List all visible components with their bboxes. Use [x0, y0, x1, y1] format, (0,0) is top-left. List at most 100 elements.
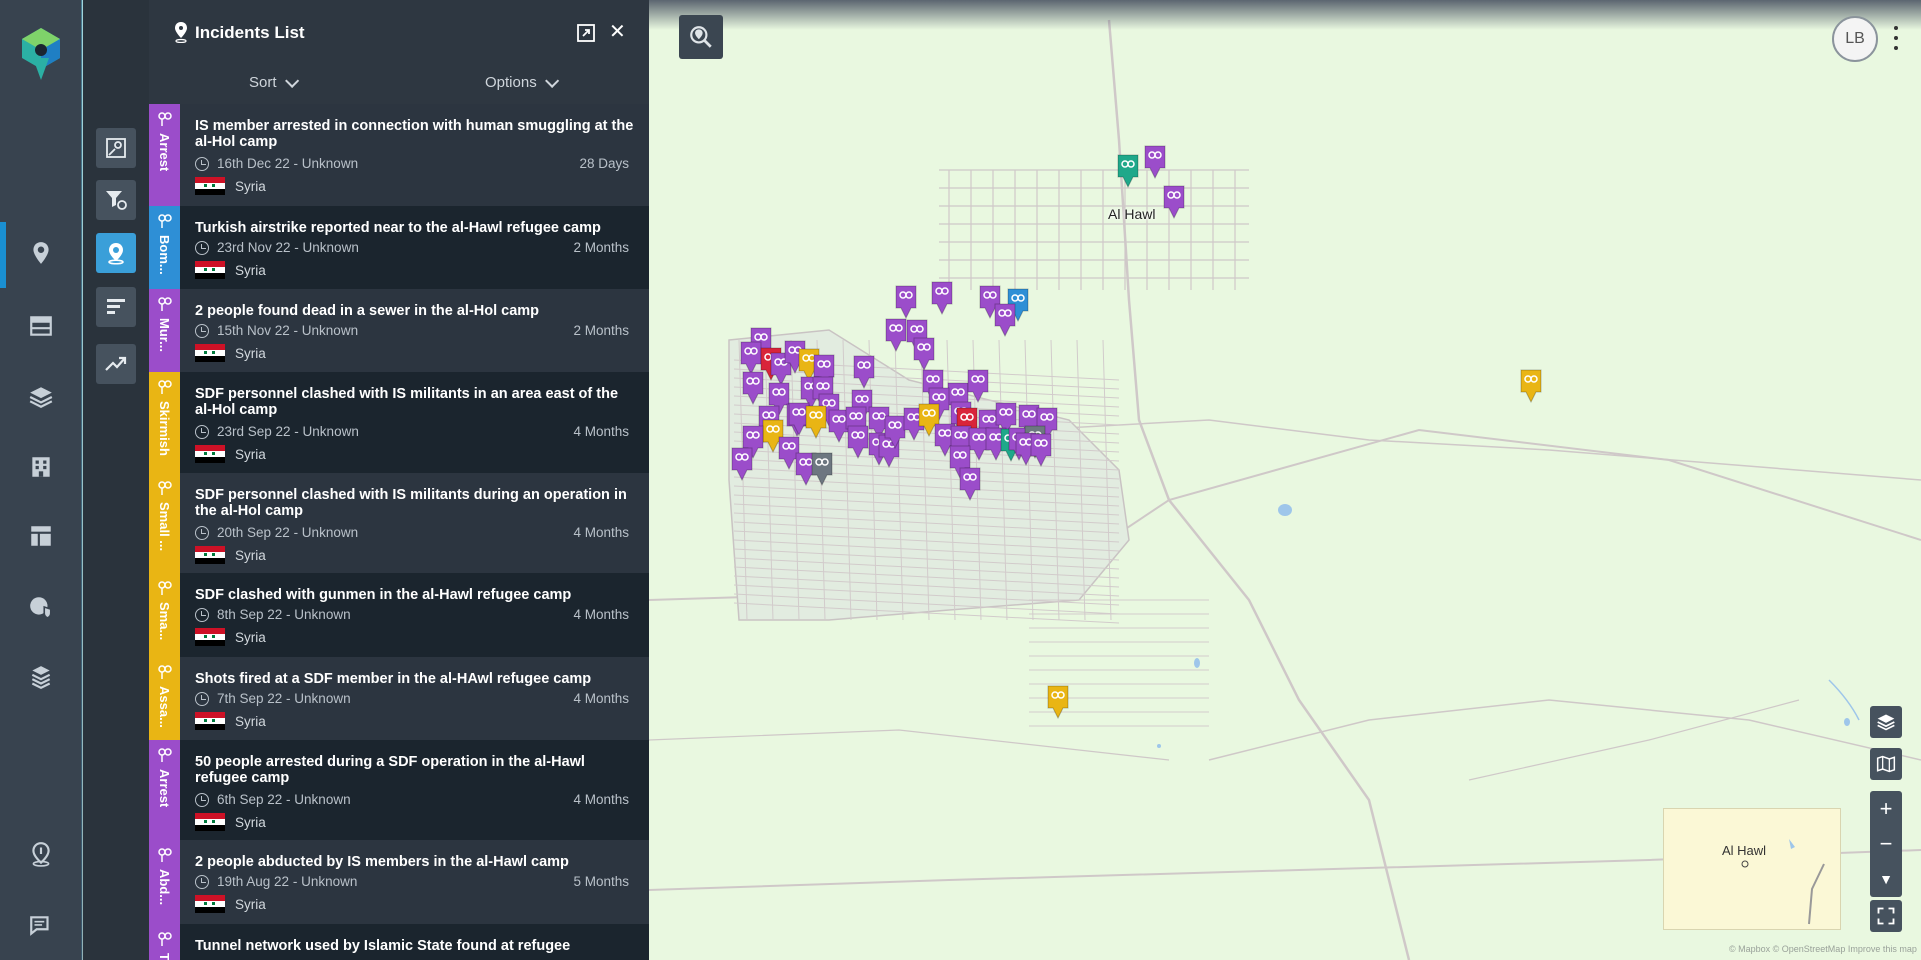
incident-row[interactable]: Sma... SDF clashed with gunmen in the al… — [149, 573, 649, 657]
panel-title: Incidents List — [195, 23, 305, 42]
incident-marker-purple[interactable] — [992, 302, 1018, 340]
incident-country: Syria — [195, 546, 266, 564]
category-label: Assa... — [157, 686, 172, 728]
overview-minimap[interactable]: Al Hawl — [1663, 808, 1841, 930]
pin-icon[interactable] — [26, 238, 56, 268]
stream — [1828, 679, 1860, 721]
user-avatar[interactable]: LB — [1832, 16, 1878, 62]
incident-marker-purple[interactable] — [729, 446, 755, 484]
country-name: Syria — [235, 262, 266, 278]
chevron-down-icon — [544, 73, 559, 88]
clock-icon — [195, 525, 209, 540]
category-label: Abd... — [157, 869, 172, 906]
filter-settings-button[interactable] — [96, 180, 136, 220]
category-label: Sma... — [157, 602, 172, 641]
compass-button[interactable]: ▼ — [1870, 861, 1902, 896]
incident-row[interactable]: Skirmish SDF personnel clashed with IS m… — [149, 372, 649, 473]
globe-shield-icon[interactable] — [26, 592, 56, 622]
incident-marker-purple[interactable] — [957, 466, 983, 504]
incident-title[interactable]: 50 people arrested during a SDF operatio… — [195, 754, 635, 786]
trend-icon — [105, 356, 127, 371]
stack-icon[interactable] — [26, 662, 56, 692]
incident-age: 4 Months — [573, 792, 629, 807]
close-icon[interactable]: ✕ — [609, 22, 626, 42]
map-search-tool-button[interactable] — [96, 128, 136, 168]
pin-icon — [175, 22, 187, 43]
bars-report-button[interactable] — [96, 287, 136, 327]
map-attribution[interactable]: © Mapbox © OpenStreetMap Improve this ma… — [1729, 944, 1917, 954]
incident-title[interactable]: Shots fired at a SDF member in the al-HA… — [195, 671, 635, 687]
incident-marker-purple[interactable] — [1161, 184, 1187, 222]
options-button[interactable]: Options — [485, 73, 559, 91]
incident-title[interactable]: 2 people found dead in a sewer in the al… — [195, 303, 635, 319]
category-icon — [157, 748, 172, 762]
incident-marker-yellow[interactable] — [1518, 368, 1544, 406]
syria-flag-icon — [195, 628, 225, 646]
building-icon[interactable] — [26, 452, 56, 482]
incident-title[interactable]: Turkish airstrike reported near to the a… — [195, 220, 635, 236]
incident-title[interactable]: IS member arrested in connection with hu… — [195, 118, 635, 150]
incident-marker-purple[interactable] — [851, 354, 877, 392]
incident-age: 2 Months — [573, 323, 629, 338]
incident-title[interactable]: Tunnel network used by Islamic State fou… — [195, 938, 635, 954]
options-label: Options — [485, 74, 537, 91]
incident-row[interactable]: Bom... Turkish airstrike reported near t… — [149, 206, 649, 289]
trend-button[interactable] — [96, 344, 136, 384]
incident-date: 20th Sep 22 - Unknown — [217, 525, 359, 540]
incident-row[interactable]: Assa... Shots fired at a SDF member in t… — [149, 657, 649, 740]
layers-icon[interactable] — [26, 382, 56, 412]
category-label: Arrest — [157, 133, 172, 172]
layout-icon[interactable] — [26, 521, 56, 551]
category-strip: Skirmish — [149, 372, 180, 473]
incident-row[interactable]: T Tunnel network used by Islamic State f… — [149, 924, 649, 960]
table-icon[interactable] — [26, 311, 56, 341]
incident-marker-green[interactable] — [1115, 153, 1141, 191]
category-icon — [157, 481, 172, 495]
incident-date-line: 7th Sep 22 - Unknown — [195, 691, 351, 706]
incident-row[interactable]: Mur... 2 people found dead in a sewer in… — [149, 289, 649, 372]
zoom-out-button[interactable]: − — [1870, 826, 1902, 861]
incident-marker-purple[interactable] — [740, 370, 766, 408]
category-icon — [157, 112, 172, 126]
incident-marker-purple[interactable] — [1028, 432, 1054, 470]
incident-title[interactable]: SDF personnel clashed with IS militants … — [195, 487, 635, 519]
east-road — [1028, 419, 1921, 481]
incident-marker-purple[interactable] — [929, 280, 955, 318]
incident-title[interactable]: SDF personnel clashed with IS militants … — [195, 386, 635, 418]
layers-toggle-button[interactable] — [1870, 706, 1902, 738]
incident-date-line: 16th Dec 22 - Unknown — [195, 156, 358, 171]
fullscreen-button[interactable] — [1870, 900, 1902, 932]
pond — [1844, 718, 1850, 726]
incidents-pin-button[interactable] — [96, 233, 136, 273]
sort-button[interactable]: Sort — [249, 73, 299, 91]
incident-age: 4 Months — [573, 525, 629, 540]
incident-marker-yellow[interactable] — [1045, 684, 1071, 722]
chat-icon[interactable] — [26, 911, 56, 941]
clock-icon — [195, 691, 209, 706]
incident-title[interactable]: 2 people abducted by IS members in the a… — [195, 854, 635, 870]
zoom-in-button[interactable]: + — [1870, 791, 1902, 826]
pond — [1194, 658, 1200, 668]
location-info-icon[interactable] — [26, 839, 56, 869]
incident-row[interactable]: Small ... SDF personnel clashed with IS … — [149, 473, 649, 573]
incident-row[interactable]: Arrest 50 people arrested during a SDF o… — [149, 740, 649, 840]
incident-marker-purple[interactable] — [1142, 144, 1168, 182]
category-icon — [157, 297, 172, 311]
more-menu-icon[interactable] — [1893, 26, 1899, 50]
incident-marker-grey[interactable] — [809, 451, 835, 489]
filter-settings-icon — [106, 191, 127, 210]
app-logo[interactable] — [20, 28, 62, 80]
incident-row[interactable]: Arrest IS member arrested in connection … — [149, 104, 649, 206]
map-search-button[interactable] — [679, 15, 723, 59]
incident-country: Syria — [195, 177, 266, 195]
syria-flag-icon — [195, 261, 225, 279]
incident-title[interactable]: SDF clashed with gunmen in the al-Hawl r… — [195, 587, 635, 603]
expand-icon[interactable] — [577, 24, 595, 42]
incident-age: 5 Months — [573, 874, 629, 889]
syria-flag-icon — [195, 895, 225, 913]
incident-row[interactable]: Abd... 2 people abducted by IS members i… — [149, 840, 649, 924]
map-canvas[interactable]: Al Hawl LB + − ▼ Al Hawl © Mapbox © Open… — [649, 0, 1921, 960]
category-label: Arrest — [157, 769, 172, 808]
basemap-toggle-button[interactable] — [1870, 748, 1902, 780]
clock-icon — [195, 874, 209, 889]
